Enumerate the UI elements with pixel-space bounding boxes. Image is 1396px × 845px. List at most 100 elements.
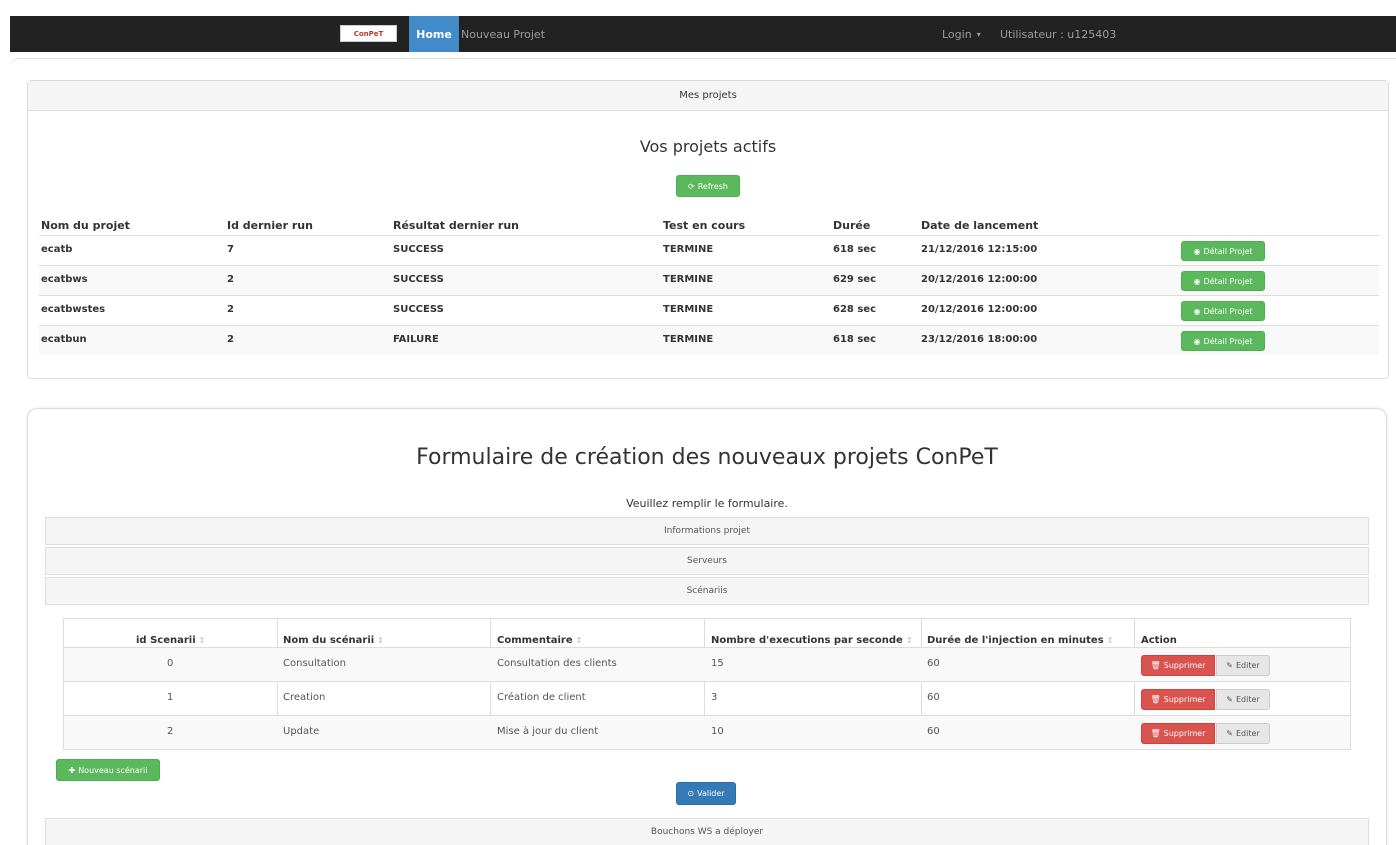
project-result: SUCCESS [393,244,444,255]
nav-user[interactable]: Utilisateur : u125403 [1000,16,1116,52]
section-scenarios-header[interactable]: Scénariis [45,577,1369,605]
eye-icon: ◉ [1193,306,1201,316]
edit-scenario-button[interactable]: ✎ Editer [1216,723,1270,744]
detail-project-button[interactable]: ◉ Détail Projet [1181,271,1265,291]
scenario-comment: Mise à jour du client [497,726,599,737]
section-servers-header[interactable]: Serveurs [45,547,1369,575]
edit-scenario-button[interactable]: ✎ Editer [1216,655,1270,676]
project-status: TERMINE [663,274,714,285]
trash-icon: 🗑 [1150,661,1161,670]
project-run-id: 7 [227,244,234,255]
detail-project-label: Détail Projet [1203,276,1253,286]
col-header-comment-label: Commentaire [497,635,573,646]
col-header-comment[interactable]: Commentaire ↕ [497,635,582,646]
form-title: Formulaire de création des nouveaux proj… [416,445,998,470]
projects-title: Vos projets actifs [639,137,777,156]
project-name: ecatbwstes [41,304,106,315]
trash-icon: 🗑 [1150,729,1161,738]
table-row: 0 Consultation Consultation des clients … [64,647,1350,681]
check-circle-icon: ⊙ [687,789,695,798]
plus-icon: ✚ [68,765,76,775]
scenario-duration: 60 [927,658,940,669]
detail-project-label: Détail Projet [1203,306,1253,316]
col-header-injection-duration-label: Durée de l'injection en minutes [927,635,1104,646]
project-run-id: 2 [227,334,234,345]
edit-label: Editer [1236,729,1260,738]
nav-home[interactable]: Home [409,16,459,52]
col-header-duration: Durée [833,219,871,232]
refresh-button[interactable]: ⟳ Refresh [676,175,740,197]
scenario-duration: 60 [927,726,940,737]
project-duration: 618 sec [833,334,877,345]
nav-login-label: Login [942,27,972,41]
col-header-scenario-id[interactable]: id Scenarii ↕ [136,635,205,646]
project-date: 20/12/2016 12:00:00 [921,304,1038,315]
delete-scenario-button[interactable]: 🗑 Supprimer [1141,723,1215,744]
navbar: ConPeT Home Nouveau Projet Login ▾ Utilis… [10,16,1396,52]
detail-project-label: Détail Projet [1203,336,1253,346]
table-row: ecatbun 2 FAILURE TERMINE 618 sec 23/12/… [39,325,1379,355]
projects-panel-heading: Mes projets [28,81,1388,111]
new-scenario-label: Nouveau scénarii [78,765,148,775]
form-panel: Formulaire de création des nouveaux proj… [27,408,1387,845]
scenario-rate: 10 [711,726,724,737]
col-header-injection-duration[interactable]: Durée de l'injection en minutes ↕ [927,635,1113,646]
scenario-name: Update [283,726,320,737]
pencil-icon: ✎ [1226,695,1233,704]
col-header-scenario-id-label: id Scenarii [136,635,196,646]
brand-logo[interactable]: ConPeT [340,25,397,42]
delete-scenario-button[interactable]: 🗑 Supprimer [1141,655,1215,676]
pencil-icon: ✎ [1226,661,1233,670]
project-status: TERMINE [663,304,714,315]
col-header-result: Résultat dernier run [393,219,520,232]
delete-label: Supprimer [1163,661,1206,670]
project-run-id: 2 [227,304,234,315]
project-name: ecatbws [41,274,88,285]
delete-label: Supprimer [1163,729,1206,738]
detail-project-button[interactable]: ◉ Détail Projet [1181,241,1265,261]
detail-project-button[interactable]: ◉ Détail Projet [1181,301,1265,321]
sort-icon: ↕ [905,636,913,645]
sort-icon: ↕ [198,636,206,645]
project-name: ecatb [41,244,73,255]
col-header-rate-label: Nombre d'executions par seconde [711,635,903,646]
project-date: 20/12/2016 12:00:00 [921,274,1038,285]
col-header-scenario-name[interactable]: Nom du scénarii ↕ [283,635,384,646]
nav-login[interactable]: Login ▾ [942,16,981,52]
project-duration: 618 sec [833,244,877,255]
nav-new-project[interactable]: Nouveau Projet [461,16,545,52]
section-stubs-header[interactable]: Bouchons WS a déployer [45,818,1369,845]
sort-icon: ↕ [377,636,384,645]
validate-label: Valider [697,789,725,798]
delete-scenario-button[interactable]: 🗑 Supprimer [1141,689,1215,710]
col-header-run-id: Id dernier run [227,219,313,232]
project-result: SUCCESS [393,304,444,315]
validate-button[interactable]: ⊙ Valider [676,782,736,805]
edit-scenario-button[interactable]: ✎ Editer [1216,689,1270,710]
scenario-name: Creation [283,692,326,703]
col-header-status: Test en cours [663,219,746,232]
scenario-duration: 60 [927,692,940,703]
scenario-comment: Consultation des clients [497,658,617,669]
col-header-name: Nom du projet [41,219,130,232]
table-row: 1 Creation Création de client 3 60 🗑 Supp… [64,681,1350,715]
section-info-header[interactable]: Informations projet [45,517,1369,545]
caret-down-icon: ▾ [976,29,981,39]
table-row: ecatbwstes 2 SUCCESS TERMINE 628 sec 20/… [39,295,1379,325]
project-date: 21/12/2016 12:15:00 [921,244,1038,255]
scenario-id: 2 [167,726,174,737]
brand-label: ConPeT [353,29,384,38]
project-duration: 629 sec [833,274,877,285]
table-row: ecatbws 2 SUCCESS TERMINE 629 sec 20/12/… [39,265,1379,295]
col-header-rate[interactable]: Nombre d'executions par seconde ↕ [711,635,913,646]
project-run-id: 2 [227,274,234,285]
scenario-comment: Création de client [497,692,586,703]
eye-icon: ◉ [1193,276,1201,286]
project-result: SUCCESS [393,274,444,285]
form-subtitle: Veuillez remplir le formulaire. [626,497,788,510]
project-name: ecatbun [41,334,87,345]
sort-icon: ↕ [575,636,583,645]
new-scenario-button[interactable]: ✚ Nouveau scénarii [56,759,160,781]
detail-project-button[interactable]: ◉ Détail Projet [1181,331,1265,351]
scenario-rate: 3 [711,692,718,703]
